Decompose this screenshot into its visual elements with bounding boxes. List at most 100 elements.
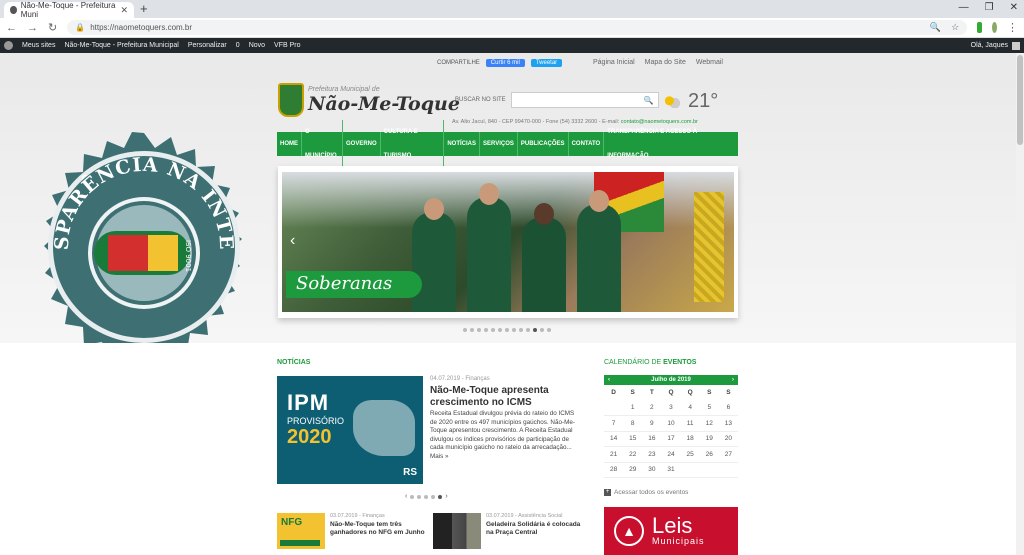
back-icon[interactable]: ← xyxy=(6,22,17,34)
menu-item-governo[interactable]: GOVERNO xyxy=(343,132,381,156)
site-map-link[interactable]: Mapa do Site xyxy=(645,59,686,66)
slider-dot[interactable] xyxy=(477,328,481,332)
calendar-day[interactable]: 21 xyxy=(604,446,624,463)
slider-dot[interactable] xyxy=(463,328,467,332)
calendar-day[interactable]: 17 xyxy=(661,431,681,447)
site-logo[interactable]: Prefeitura Municipal de Não-Me-Toque xyxy=(278,83,460,117)
slider-dot[interactable] xyxy=(519,328,523,332)
mini-news-title[interactable]: Não-Me-Toque tem três ganhadores no NFG … xyxy=(330,521,430,537)
calendar-day[interactable]: 15 xyxy=(623,431,643,447)
vfb-link[interactable]: VFB Pro xyxy=(274,42,300,49)
new-link[interactable]: Novo xyxy=(249,42,265,49)
menu-item-publicacoes[interactable]: PUBLICAÇÕES xyxy=(518,132,569,156)
calendar-day[interactable]: 29 xyxy=(623,462,643,478)
my-sites-link[interactable]: Meus sites xyxy=(22,42,55,49)
site-name-link[interactable]: Não-Me-Toque - Prefeitura Municipal xyxy=(64,42,178,49)
facebook-like-button[interactable]: Curtir 6 mil xyxy=(485,59,525,67)
calendar-day[interactable]: 22 xyxy=(623,446,643,463)
all-events-link[interactable]: + Acessar todos os eventos xyxy=(604,489,688,496)
menu-kebab-icon[interactable]: ⋮ xyxy=(1007,21,1018,34)
calendar-day[interactable]: 31 xyxy=(661,462,681,478)
customize-link[interactable]: Personalizar xyxy=(188,42,227,49)
news-dot[interactable] xyxy=(417,494,422,499)
address-bar[interactable]: 🔒 https://naometoquers.com.br 🔍 ☆ xyxy=(67,20,968,35)
slider-dot[interactable] xyxy=(484,328,488,332)
calendar-day[interactable]: 18 xyxy=(680,431,700,447)
forward-icon[interactable]: → xyxy=(27,22,38,34)
calendar-day[interactable]: 19 xyxy=(699,431,719,447)
restore-icon[interactable]: ❐ xyxy=(985,2,994,13)
slider-dot[interactable] xyxy=(470,328,474,332)
calendar-day[interactable]: 26 xyxy=(699,446,719,463)
reload-icon[interactable]: ↻ xyxy=(48,21,57,34)
calendar-day[interactable]: 4 xyxy=(680,400,700,416)
menu-item-municipio[interactable]: O MUNICÍPIO xyxy=(302,120,343,168)
scrollbar-thumb[interactable] xyxy=(1017,55,1023,145)
menu-item-home[interactable]: HOME xyxy=(277,132,302,156)
calendar-day[interactable]: 23 xyxy=(642,446,662,463)
calendar-day[interactable]: 12 xyxy=(699,415,719,432)
tweet-button[interactable]: Tweetar xyxy=(530,59,563,67)
zoom-icon[interactable]: 🔍 xyxy=(930,22,941,33)
news-prev-icon[interactable]: ‹ xyxy=(405,493,407,500)
calendar-day[interactable]: 27 xyxy=(718,446,738,463)
comments-count[interactable]: 0 xyxy=(236,42,240,49)
calendar-prev-icon[interactable]: ‹ xyxy=(608,377,610,383)
slider-dot[interactable] xyxy=(498,328,502,332)
slider-prev-icon[interactable]: ‹ xyxy=(290,232,295,250)
new-tab-button[interactable]: + xyxy=(140,1,148,16)
news-dot[interactable] xyxy=(424,494,429,499)
greeting-link[interactable]: Olá, Jaques xyxy=(971,42,1008,49)
calendar-day[interactable]: 30 xyxy=(642,462,662,478)
menu-item-cultura[interactable]: CULTURA E TURISMO xyxy=(381,120,445,168)
calendar-day[interactable]: 7 xyxy=(604,415,624,432)
slider-dot[interactable] xyxy=(540,328,544,332)
mini-news-item[interactable]: 03.07.2019 - Assistência Social Geladeir… xyxy=(433,513,586,549)
menu-item-servicos[interactable]: SERVIÇOS xyxy=(480,132,518,156)
home-page-link[interactable]: Página Inicial xyxy=(593,59,635,66)
calendar-day[interactable]: 2 xyxy=(642,400,662,416)
news-dot[interactable] xyxy=(410,494,415,499)
calendar-day[interactable]: 5 xyxy=(699,400,719,416)
browser-tab[interactable]: Não-Me-Toque - Prefeitura Muni ✕ xyxy=(4,1,134,19)
menu-item-contato[interactable]: CONTATO xyxy=(569,132,605,156)
calendar-day[interactable]: 13 xyxy=(718,415,738,432)
extension-icon[interactable] xyxy=(977,22,983,33)
news-next-icon[interactable]: › xyxy=(445,493,447,500)
menu-item-noticias[interactable]: NOTÍCIAS xyxy=(444,132,480,156)
close-window-icon[interactable]: ✕ xyxy=(1010,2,1018,13)
calendar-day[interactable]: 11 xyxy=(680,415,700,432)
bookmark-star-icon[interactable]: ☆ xyxy=(951,22,959,33)
minimize-icon[interactable]: — xyxy=(959,2,969,13)
slider-dot[interactable] xyxy=(512,328,516,332)
image-slider[interactable]: ‹ Soberanas xyxy=(278,166,738,318)
close-tab-icon[interactable]: ✕ xyxy=(120,5,128,16)
profile-avatar[interactable] xyxy=(992,22,997,33)
slider-dot[interactable] xyxy=(491,328,495,332)
calendar-day[interactable]: 8 xyxy=(623,415,643,432)
calendar-day[interactable]: 3 xyxy=(661,400,681,416)
webmail-link[interactable]: Webmail xyxy=(696,59,723,66)
calendar-day[interactable]: 24 xyxy=(661,446,681,463)
page-scrollbar[interactable] xyxy=(1016,53,1024,555)
search-icon[interactable]: 🔍 xyxy=(644,96,654,105)
featured-news-image[interactable]: IPM PROVISÓRIO 2020 RS xyxy=(277,376,423,484)
menu-item-transparencia[interactable]: TRANSPARÊNCIA E ACESSO À INFORMAÇÃO xyxy=(604,120,738,168)
slider-dot[interactable] xyxy=(526,328,530,332)
calendar-day[interactable]: 9 xyxy=(642,415,662,432)
mini-news-title[interactable]: Geladeira Solidária é colocada na Praça … xyxy=(486,521,586,537)
calendar-day[interactable]: 6 xyxy=(718,400,738,416)
slider-dot[interactable] xyxy=(505,328,509,332)
news-dot[interactable] xyxy=(431,494,436,499)
leis-municipais-banner[interactable]: ▲ Leis Municipais xyxy=(604,507,738,555)
calendar-day[interactable]: 10 xyxy=(661,415,681,432)
news-dot-active[interactable] xyxy=(438,494,443,499)
search-input[interactable]: 🔍 xyxy=(510,92,659,108)
calendar-day[interactable]: 20 xyxy=(718,431,738,447)
calendar-day[interactable]: 1 xyxy=(623,400,643,416)
slider-dot[interactable] xyxy=(547,328,551,332)
slider-dot-active[interactable] xyxy=(533,328,537,332)
calendar-day[interactable]: 14 xyxy=(604,431,624,447)
calendar-day[interactable]: 16 xyxy=(642,431,662,447)
featured-news-title[interactable]: Não-Me-Toque apresenta crescimento no IC… xyxy=(430,385,580,409)
